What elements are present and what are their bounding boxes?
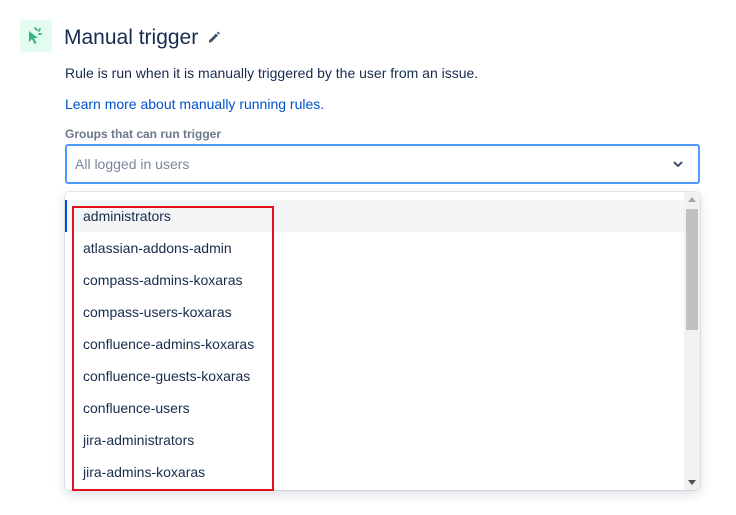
cursor-click-icon [20,20,52,52]
learn-more-link[interactable]: Learn more about manually running rules. [65,95,324,113]
group-option[interactable]: jira-admins-koxaras [65,456,684,488]
groups-option-list: administrators atlassian-addons-admin comp… [65,200,684,488]
group-option[interactable]: confluence-users [65,392,684,424]
groups-field-label: Groups that can run trigger [65,127,222,141]
groups-select[interactable]: All logged in users [65,144,700,184]
group-option[interactable]: compass-users-koxaras [65,296,684,328]
scroll-down-arrow-icon[interactable] [688,480,696,485]
group-option[interactable]: jira-administrators [65,424,684,456]
group-option[interactable]: confluence-admins-koxaras [65,328,684,360]
chevron-down-icon[interactable] [670,156,686,172]
groups-select-placeholder: All logged in users [75,156,190,172]
scroll-up-arrow-icon[interactable] [688,197,696,202]
group-option[interactable]: compass-admins-koxaras [65,264,684,296]
dropdown-scrollbar[interactable] [684,192,700,490]
group-option[interactable]: administrators [65,200,684,232]
group-option[interactable]: confluence-guests-koxaras [65,360,684,392]
page-title: Manual trigger [64,26,199,49]
groups-dropdown-menu: administrators atlassian-addons-admin comp… [65,192,700,490]
manual-trigger-panel: Manual trigger Rule is run when it is ma… [0,0,736,515]
trigger-description: Rule is run when it is manually triggere… [65,65,479,81]
scroll-thumb[interactable] [686,209,698,330]
pencil-icon[interactable] [206,29,222,45]
group-option[interactable]: atlassian-addons-admin [65,232,684,264]
